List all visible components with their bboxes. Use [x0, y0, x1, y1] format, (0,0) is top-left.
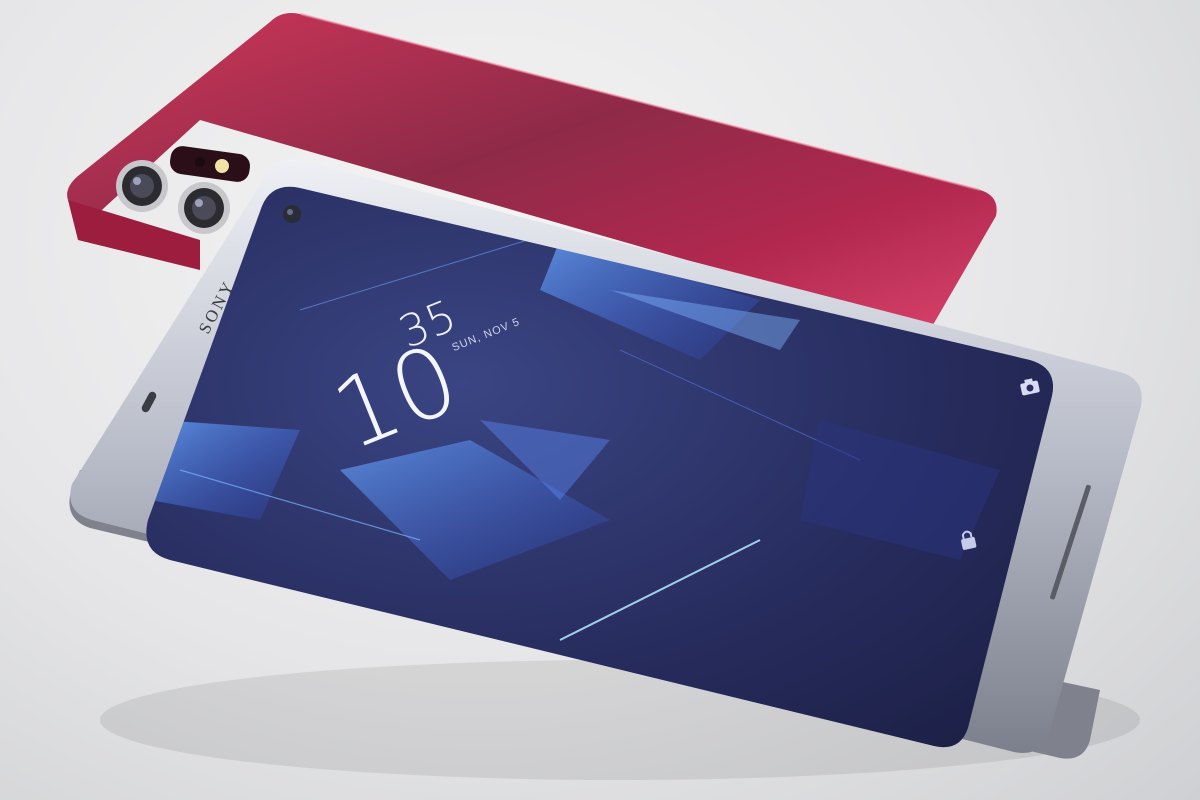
camera-lens-2 [178, 182, 230, 234]
front-camera [283, 205, 301, 223]
camera-lens-1 [116, 160, 168, 212]
flash-icon [215, 159, 229, 173]
product-photo: SONY 10 35 SUN, NOV 5 [67, 13, 1142, 780]
